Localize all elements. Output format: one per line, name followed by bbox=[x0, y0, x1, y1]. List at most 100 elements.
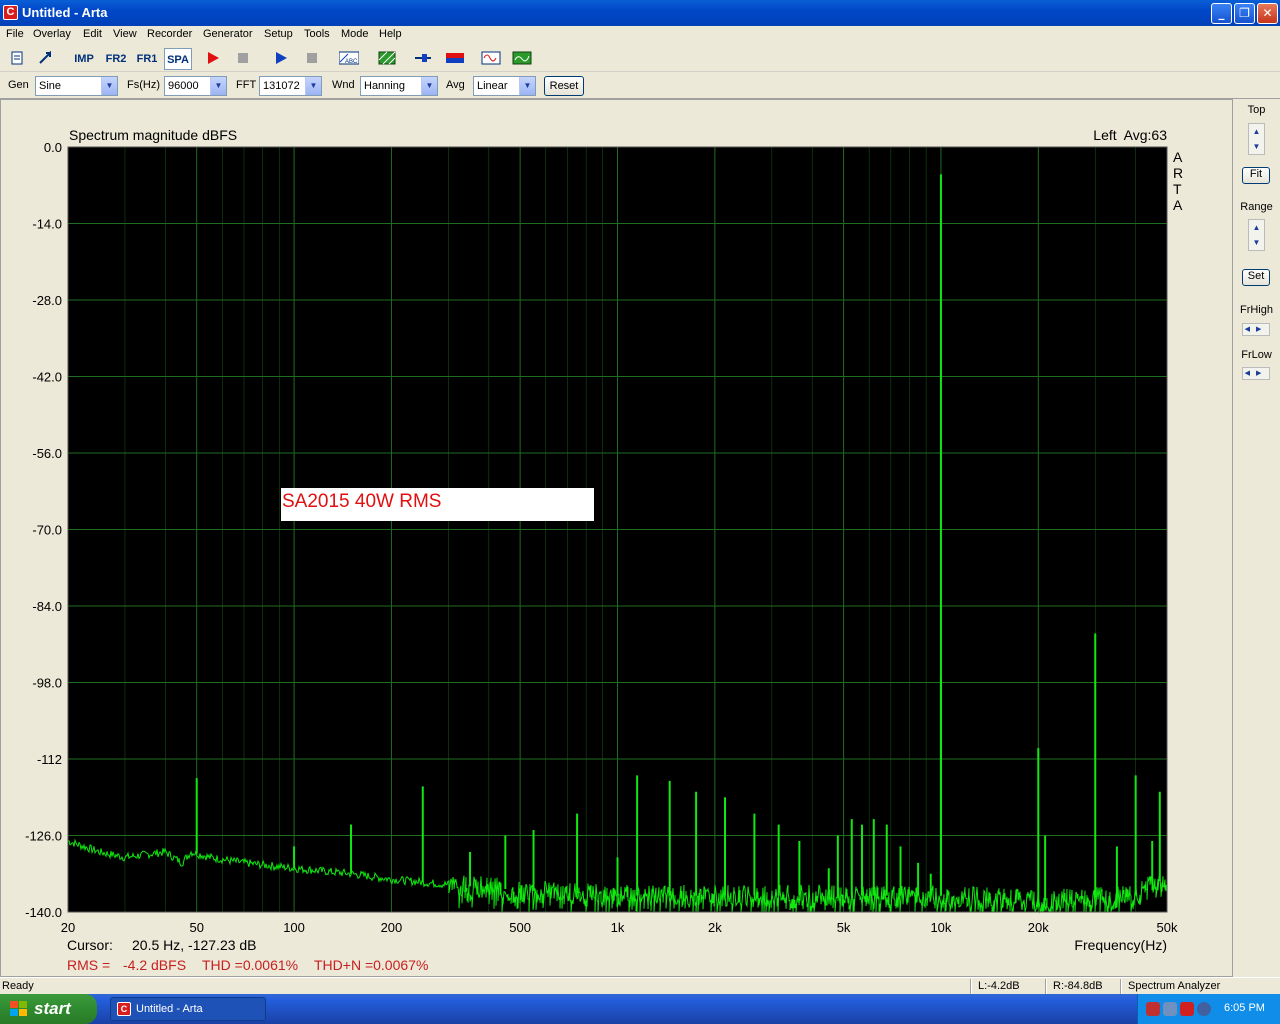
gen-value: Sine bbox=[39, 80, 62, 92]
arta-app-icon: C bbox=[117, 1002, 131, 1016]
menu-view[interactable]: View bbox=[113, 28, 137, 40]
top-spinner[interactable]: ▲ ▼ bbox=[1248, 123, 1265, 155]
y-tick-label: -28.0 bbox=[32, 293, 62, 308]
fr2-button[interactable]: FR2 bbox=[102, 48, 130, 70]
new-file-icon[interactable] bbox=[9, 51, 25, 65]
y-tick-label: 0.0 bbox=[44, 140, 62, 155]
x-axis: 20 50 100 200 500 1k 2k 5k 10k 20k 50k bbox=[61, 920, 1178, 935]
menu-recorder[interactable]: Recorder bbox=[147, 28, 192, 40]
gen-label: Gen bbox=[8, 79, 29, 91]
settings-toolbar: Gen Sine ▼ Fs(Hz) 96000 ▼ FFT 131072 ▼ Wnd … bbox=[0, 72, 1280, 99]
spectrum-wave-icon[interactable] bbox=[512, 51, 532, 65]
fr1-button[interactable]: FR1 bbox=[133, 48, 161, 70]
start-button[interactable]: start bbox=[0, 994, 97, 1024]
spectrum-chart[interactable]: Spectrum magnitude dBFS Left Avg:63 0.0 -… bbox=[1, 100, 1232, 976]
shield-icon[interactable] bbox=[1180, 1002, 1194, 1016]
minimize-button[interactable]: _ bbox=[1211, 3, 1232, 24]
y-tick-label: -56.0 bbox=[32, 446, 62, 461]
system-tray: 6:05 PM bbox=[1137, 994, 1280, 1024]
abc-icon[interactable]: ABC bbox=[339, 51, 359, 65]
watermark-letter: R bbox=[1173, 165, 1183, 181]
avg-label: Avg bbox=[446, 79, 465, 91]
volume-icon[interactable] bbox=[1163, 1002, 1177, 1016]
reset-button[interactable]: Reset bbox=[544, 76, 584, 96]
menu-generator[interactable]: Generator bbox=[203, 28, 253, 40]
x-tick-label: 20k bbox=[1028, 920, 1049, 935]
taskbar-item-label: Untitled - Arta bbox=[136, 1003, 203, 1015]
cursor-label: Cursor: bbox=[67, 937, 113, 953]
menu-mode[interactable]: Mode bbox=[341, 28, 369, 40]
y-tick-label: -14.0 bbox=[32, 217, 62, 232]
chevron-down-icon: ▼ bbox=[305, 77, 321, 95]
menu-help[interactable]: Help bbox=[379, 28, 402, 40]
watermark-letter: A bbox=[1173, 149, 1183, 165]
menu-tools[interactable]: Tools bbox=[304, 28, 330, 40]
status-left-level: L:-4.2dB bbox=[978, 980, 1020, 992]
x-tick-label: 50k bbox=[1157, 920, 1178, 935]
svg-text:ABC: ABC bbox=[345, 59, 358, 65]
rms-label: RMS = bbox=[67, 957, 110, 973]
play-icon[interactable] bbox=[273, 51, 289, 65]
close-button[interactable]: ✕ bbox=[1257, 3, 1278, 24]
fs-select[interactable]: 96000 ▼ bbox=[164, 76, 227, 96]
y-tick-label: -112 bbox=[37, 752, 62, 767]
fft-select[interactable]: 131072 ▼ bbox=[259, 76, 322, 96]
avg-select[interactable]: Linear ▼ bbox=[473, 76, 536, 96]
main-toolbar: IMP FR2 FR1 SPA ABC bbox=[0, 45, 1280, 72]
window-title: Untitled - Arta bbox=[22, 5, 108, 20]
windows-logo-icon bbox=[10, 1001, 27, 1016]
eset-icon[interactable] bbox=[1197, 1002, 1211, 1016]
arta-app-icon[interactable]: C bbox=[3, 5, 18, 20]
wnd-value: Hanning bbox=[364, 80, 405, 92]
chart-title: Spectrum magnitude dBFS bbox=[69, 127, 237, 143]
x-tick-label: 10k bbox=[930, 920, 951, 935]
record-icon[interactable] bbox=[205, 51, 221, 65]
x-tick-label: 200 bbox=[381, 920, 403, 935]
fs-label: Fs(Hz) bbox=[127, 79, 160, 91]
open-icon[interactable] bbox=[37, 51, 53, 65]
y-tick-label: -126.0 bbox=[25, 829, 62, 844]
x-tick-label: 5k bbox=[837, 920, 851, 935]
wnd-select[interactable]: Hanning ▼ bbox=[360, 76, 438, 96]
spa-button[interactable]: SPA bbox=[164, 48, 192, 70]
color-bar-icon[interactable] bbox=[445, 51, 465, 65]
range-spinner[interactable]: ▲ ▼ bbox=[1248, 219, 1265, 251]
menu-bar: File Overlay Edit View Recorder Generato… bbox=[0, 26, 1280, 45]
status-divider bbox=[970, 979, 972, 994]
cursor-icon[interactable] bbox=[414, 51, 432, 65]
menu-edit[interactable]: Edit bbox=[83, 28, 102, 40]
maximize-button[interactable]: ❐ bbox=[1234, 3, 1255, 24]
y-axis: 0.0 -14.0 -28.0 -42.0 -56.0 -70.0 -84.0 -98.0 -1… bbox=[25, 140, 62, 920]
gen-select[interactable]: Sine ▼ bbox=[35, 76, 118, 96]
imp-button[interactable]: IMP bbox=[70, 48, 98, 70]
annotation-text: SA2015 40W RMS bbox=[282, 491, 441, 512]
stop-icon[interactable] bbox=[235, 51, 251, 65]
network-icon[interactable] bbox=[1146, 1002, 1160, 1016]
x-tick-label: 1k bbox=[611, 920, 625, 935]
watermark-letter: T bbox=[1173, 181, 1182, 197]
sine-wave-icon[interactable] bbox=[481, 51, 501, 65]
menu-file[interactable]: File bbox=[6, 28, 24, 40]
taskbar-item-arta[interactable]: C Untitled - Arta bbox=[110, 997, 266, 1021]
arta-watermark: A R T A bbox=[1173, 149, 1183, 213]
avg-value: Linear bbox=[477, 80, 508, 92]
chevron-down-icon: ▼ bbox=[519, 77, 535, 95]
x-tick-label: 2k bbox=[708, 920, 722, 935]
menu-overlay[interactable]: Overlay bbox=[33, 28, 71, 40]
frhigh-spinner[interactable]: ◀▶ bbox=[1242, 323, 1270, 336]
hatch-icon[interactable] bbox=[378, 51, 396, 65]
x-tick-label: 20 bbox=[61, 920, 75, 935]
y-tick-label: -70.0 bbox=[32, 523, 62, 538]
right-control-panel: Top ▲ ▼ Fit Range ▲ ▼ Set FrHigh ◀▶ FrLow … bbox=[1233, 99, 1280, 977]
frlow-spinner[interactable]: ◀▶ bbox=[1242, 367, 1270, 380]
range-label: Range bbox=[1240, 201, 1273, 213]
set-button[interactable]: Set bbox=[1242, 269, 1270, 286]
fit-button[interactable]: Fit bbox=[1242, 167, 1270, 184]
x-tick-label: 100 bbox=[283, 920, 305, 935]
clock: 6:05 PM bbox=[1224, 1002, 1265, 1014]
y-tick-label: -140.0 bbox=[25, 905, 62, 920]
stop-icon[interactable] bbox=[304, 51, 320, 65]
status-bar: Ready L:-4.2dB R:-84.8dB Spectrum Analyz… bbox=[0, 977, 1280, 994]
status-ready: Ready bbox=[2, 980, 34, 992]
menu-setup[interactable]: Setup bbox=[264, 28, 293, 40]
